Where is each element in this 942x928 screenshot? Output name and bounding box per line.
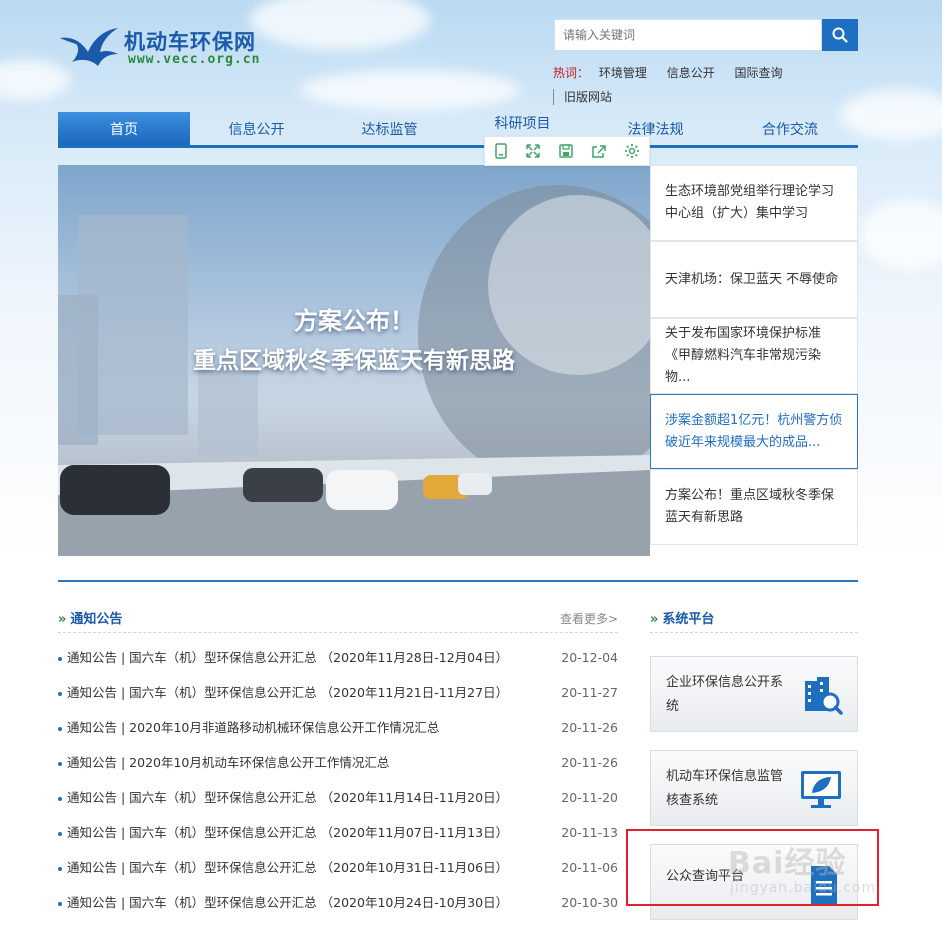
platform-label: 机动车环保信息监管核查系统 (666, 769, 784, 808)
banner-title-line2: 重点区域秋冬季保蓝天有新思路 (193, 347, 515, 374)
hot-word-link[interactable]: 信息公开 (667, 66, 715, 80)
notice-date: 20-12-04 (561, 650, 618, 665)
bullet-icon (58, 727, 62, 731)
section-divider (58, 580, 858, 582)
news-item[interactable]: 方案公布！重点区域秋冬季保蓝天有新思路 (650, 469, 858, 545)
bullet-icon (58, 797, 62, 801)
double-chevron-icon: » (58, 612, 67, 627)
notices-title-text: 通知公告 (70, 612, 123, 627)
news-item-active[interactable]: 涉案金额超1亿元！杭州警方侦破近年来规模最大的成品... (650, 394, 858, 469)
notice-text: 通知公告 | 国六车（机）型环保信息公开汇总 （2020年11月07日-11月1… (67, 825, 509, 840)
notice-text: 通知公告 | 2020年10月非道路移动机械环保信息公开工作情况汇总 (67, 720, 440, 735)
notices-title: » 通知公告 (58, 608, 122, 627)
notice-text: 通知公告 | 国六车（机）型环保信息公开汇总 （2020年10月24日-10月3… (67, 895, 509, 910)
search-icon (832, 27, 848, 43)
notice-date: 20-11-27 (561, 685, 618, 700)
platform-vehicle-supervision[interactable]: 机动车环保信息监管核查系统 (650, 750, 858, 826)
platform-label: 公众查询平台 (666, 869, 745, 884)
notice-row[interactable]: 通知公告 | 2020年10月非道路移动机械环保信息公开工作情况汇总 20-11-… (58, 718, 618, 738)
bullet-icon (58, 692, 62, 696)
notice-row[interactable]: 通知公告 | 国六车（机）型环保信息公开汇总 （2020年11月21日-11月2… (58, 683, 618, 703)
platform-enterprise-disclosure[interactable]: 企业环保信息公开系统 (650, 656, 858, 732)
platform-label: 企业环保信息公开系统 (666, 675, 784, 714)
notice-row[interactable]: 通知公告 | 国六车（机）型环保信息公开汇总 （2020年11月07日-11月1… (58, 823, 618, 843)
dashed-divider (58, 632, 618, 633)
share-icon[interactable] (591, 143, 607, 159)
notice-text: 通知公告 | 2020年10月机动车环保信息公开工作情况汇总 (67, 755, 390, 770)
search-input[interactable] (554, 19, 822, 51)
notice-row[interactable]: 通知公告 | 2020年10月机动车环保信息公开工作情况汇总 20-11-26 (58, 753, 618, 773)
notice-text: 通知公告 | 国六车（机）型环保信息公开汇总 （2020年11月14日-11月2… (67, 790, 509, 805)
main-nav: 首页 信息公开 达标监管 科研项目 法律法规 合作交流 (58, 112, 858, 148)
bullet-icon (58, 867, 62, 871)
news-item-text: 方案公布！重点区域秋冬季保蓝天有新思路 (665, 488, 835, 525)
floating-toolbar (484, 136, 650, 166)
site-logo[interactable]: 机动车环保网 www.vecc.org.cn (58, 24, 268, 70)
fullscreen-icon[interactable] (525, 143, 541, 159)
banner-title-line1: 方案公布！ (294, 306, 414, 335)
logo-url: www.vecc.org.cn (128, 52, 261, 67)
notice-date: 20-11-20 (561, 790, 618, 805)
news-item-text: 涉案金额超1亿元！杭州警方侦破近年来规模最大的成品... (665, 412, 843, 450)
bullet-icon (58, 762, 62, 766)
old-site-link[interactable]: 旧版网站 (553, 89, 612, 105)
hot-words-label: 热词： (553, 66, 590, 80)
nav-item-cooperation[interactable]: 合作交流 (722, 112, 858, 148)
nav-item-info-disclosure[interactable]: 信息公开 (190, 112, 323, 148)
notice-date: 20-11-06 (561, 860, 618, 875)
double-chevron-icon: » (650, 612, 659, 627)
cloud-decoration (250, 0, 430, 50)
notice-row[interactable]: 通知公告 | 国六车（机）型环保信息公开汇总 （2020年11月14日-11月2… (58, 788, 618, 808)
building-search-icon (805, 677, 843, 715)
platforms-title: » 系统平台 (650, 608, 714, 627)
news-item-text: 天津机场：保卫蓝天 不辱使命 (665, 271, 839, 287)
hot-words: 热词： 环境管理 信息公开 国际查询 (553, 64, 799, 81)
save-icon[interactable] (558, 143, 574, 159)
notice-date: 20-11-26 (561, 720, 618, 735)
view-more-link[interactable]: 查看更多> (560, 610, 618, 627)
notice-text: 通知公告 | 国六车（机）型环保信息公开汇总 （2020年10月31日-11月0… (67, 860, 509, 875)
news-item-text: 关于发布国家环境保护标准《甲醇燃料汽车非常规污染物... (665, 326, 822, 385)
news-item-text: 生态环境部党组举行理论学习中心组（扩大）集中学习 (665, 184, 835, 221)
news-item[interactable]: 天津机场：保卫蓝天 不辱使命 (650, 241, 858, 318)
bullet-icon (58, 657, 62, 661)
gear-icon[interactable] (624, 143, 640, 159)
news-item[interactable]: 关于发布国家环境保护标准《甲醇燃料汽车非常规污染物... (650, 318, 858, 394)
cloud-decoration (300, 70, 520, 110)
notice-row[interactable]: 通知公告 | 国六车（机）型环保信息公开汇总 （2020年10月31日-11月0… (58, 858, 618, 878)
banner-carousel[interactable]: 方案公布！ 重点区域秋冬季保蓝天有新思路 (58, 165, 650, 556)
news-item[interactable]: 生态环境部党组举行理论学习中心组（扩大）集中学习 (650, 165, 858, 241)
notice-date: 20-11-26 (561, 755, 618, 770)
tablet-icon[interactable] (494, 143, 508, 159)
nav-underline (58, 145, 858, 148)
nav-item-home[interactable]: 首页 (58, 112, 190, 148)
bullet-icon (58, 902, 62, 906)
monitor-leaf-icon (801, 771, 841, 808)
notice-text: 通知公告 | 国六车（机）型环保信息公开汇总 （2020年11月21日-11月2… (67, 685, 509, 700)
nav-item-compliance[interactable]: 达标监管 (323, 112, 456, 148)
hot-word-link[interactable]: 国际查询 (735, 66, 783, 80)
platform-public-query[interactable]: 公众查询平台 (650, 844, 858, 920)
dashed-divider (650, 632, 858, 633)
bullet-icon (58, 832, 62, 836)
search-button[interactable] (822, 19, 858, 51)
platforms-title-text: 系统平台 (662, 612, 715, 627)
notice-text: 通知公告 | 国六车（机）型环保信息公开汇总 （2020年11月28日-12月0… (67, 650, 509, 665)
notice-row[interactable]: 通知公告 | 国六车（机）型环保信息公开汇总 （2020年11月28日-12月0… (58, 648, 618, 668)
notice-date: 20-10-30 (561, 895, 618, 910)
cloud-decoration (860, 200, 942, 270)
notice-date: 20-11-13 (561, 825, 618, 840)
bird-logo-icon (60, 28, 118, 66)
document-icon (811, 866, 837, 905)
hot-word-link[interactable]: 环境管理 (599, 66, 647, 80)
notice-row[interactable]: 通知公告 | 国六车（机）型环保信息公开汇总 （2020年10月24日-10月3… (58, 893, 618, 913)
